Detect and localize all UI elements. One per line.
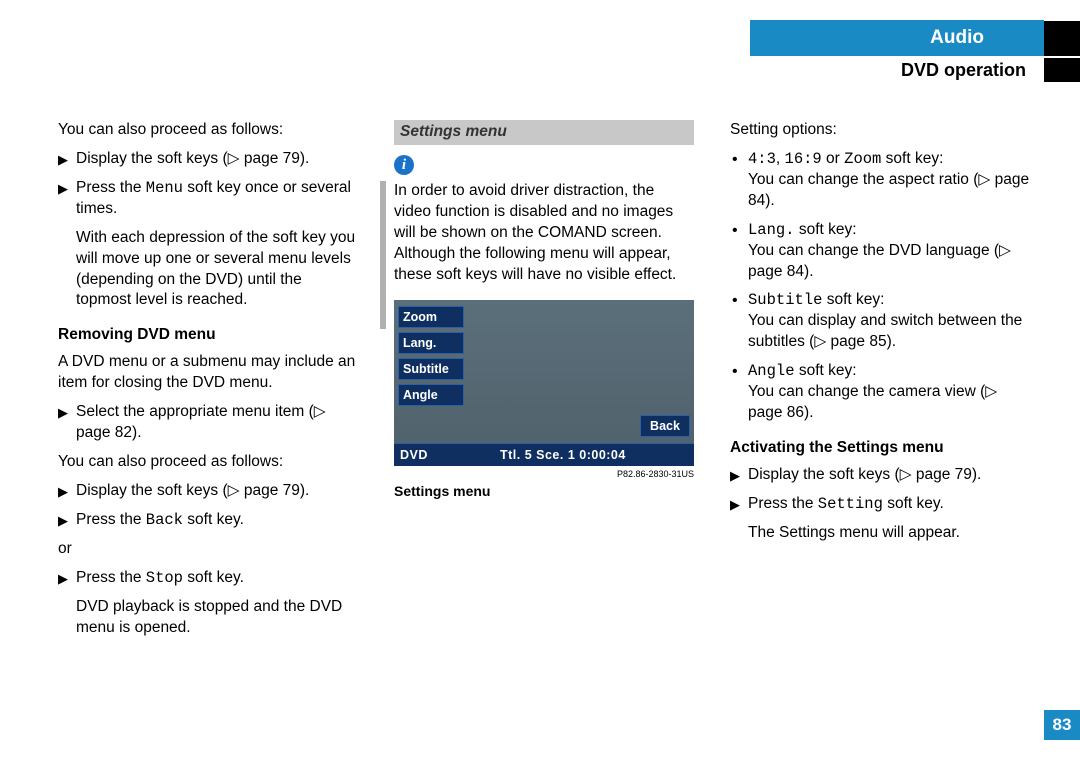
option-description: You can change the camera view (▷ page 8… [748,382,1030,424]
step-followon: The Settings menu will appear. [730,523,1030,544]
softkey-name: Back [146,511,183,529]
option-angle: Angle soft key: You can change the camer… [730,361,1030,424]
play-icon: ▶ [58,404,68,422]
step-text-post: soft key. [183,569,244,586]
softkey-name: 4:3 [748,150,776,168]
section-tab-block [1044,58,1080,82]
column-1: You can also proceed as follows: ▶ Displ… [58,120,358,646]
step-text-post: soft key. [883,495,944,512]
instruction-step: ▶ Display the soft keys (▷ page 79). [58,149,358,170]
status-mode: DVD [400,448,428,462]
step-text: Display the soft keys (▷ page 79). [76,150,309,167]
softkey-name: Stop [146,569,183,587]
instruction-step: ▶ Display the soft keys (▷ page 79). [58,481,358,502]
heading-settings-menu: Settings menu [394,120,694,145]
section-title: DVD operation [901,60,1044,81]
step-text: Display the soft keys (▷ page 79). [748,466,981,483]
step-text-pre: Press the [76,179,146,196]
info-text: In order to avoid driver distraction, th… [394,181,694,286]
softkey-angle: Angle [398,384,464,406]
softkey-back: Back [640,415,690,437]
info-note: i In order to avoid driver distraction, … [394,155,694,286]
play-icon: ▶ [730,496,740,514]
instruction-step: ▶ Press the Setting soft key. [730,494,1030,515]
step-text-post: soft key. [183,511,244,528]
section-bar: DVD operation [901,58,1080,82]
info-icon: i [394,155,414,175]
option-description: You can display and switch between the s… [748,311,1030,353]
step-followon: With each depression of the soft key you… [58,228,358,312]
softkey-name: Angle [748,362,795,380]
play-icon: ▶ [58,151,68,169]
softkey-name: Subtitle [748,291,822,309]
text: You can also proceed as follows: [58,452,358,473]
text-or: or [58,539,358,560]
chapter-title: Audio [750,20,1044,56]
instruction-step: ▶ Display the soft keys (▷ page 79). [730,465,1030,486]
text: soft key: [795,221,857,238]
chapter-tab-block [1044,21,1080,56]
sep: , [776,150,785,167]
instruction-step: ▶ Press the Stop soft key. [58,568,358,589]
info-stripe [380,181,386,329]
text: soft key: [822,291,884,308]
instruction-step: ▶ Select the appropriate menu item (▷ pa… [58,402,358,444]
play-icon: ▶ [58,512,68,530]
softkey-lang: Lang. [398,332,464,354]
sep: or [822,150,844,167]
text: soft key: [881,150,943,167]
option-description: You can change the aspect ratio (▷ page … [748,170,1030,212]
softkey-name: Menu [146,179,183,197]
option-subtitle: Subtitle soft key: You can display and s… [730,290,1030,353]
screenshot-caption: Settings menu [394,482,694,501]
option-aspect-ratio: 4:3, 16:9 or Zoom soft key: You can chan… [730,149,1030,212]
step-followon: DVD playback is stopped and the DVD menu… [58,597,358,639]
play-icon: ▶ [58,570,68,588]
play-icon: ▶ [58,180,68,198]
text: You can also proceed as follows: [58,120,358,141]
step-text: Display the soft keys (▷ page 79). [76,482,309,499]
status-title-scene-time: Ttl. 5 Sce. 1 0:00:04 [500,444,626,466]
softkey-name: Zoom [844,150,881,168]
text: Setting options: [730,120,1030,141]
step-text-pre: Press the [76,569,146,586]
softkey-zoom: Zoom [398,306,464,328]
option-description: You can change the DVD language (▷ page … [748,241,1030,283]
instruction-step: ▶ Press the Back soft key. [58,510,358,531]
heading-activating-settings-menu: Activating the Settings menu [730,438,1030,459]
column-2: Settings menu i In order to avoid driver… [394,120,694,646]
softkey-subtitle: Subtitle [398,358,464,380]
instruction-step: ▶ Press the Menu soft key once or severa… [58,178,358,220]
softkey-name: 16:9 [785,150,822,168]
play-icon: ▶ [730,467,740,485]
dvd-status-bar: DVD Ttl. 5 Sce. 1 0:00:04 [394,443,694,466]
comand-screenshot: Zoom Lang. Subtitle Angle Back DVD Ttl. … [394,300,694,466]
text: A DVD menu or a submenu may include an i… [58,352,358,394]
step-text-pre: Press the [748,495,818,512]
content-columns: You can also proceed as follows: ▶ Displ… [58,120,1038,646]
chapter-bar: Audio [750,20,1080,56]
play-icon: ▶ [58,483,68,501]
option-language: Lang. soft key: You can change the DVD l… [730,220,1030,283]
heading-removing-dvd-menu: Removing DVD menu [58,325,358,346]
step-text: Select the appropriate menu item (▷ page… [76,403,326,441]
manual-page: Audio DVD operation You can also proceed… [0,0,1080,762]
softkey-name: Setting [818,495,883,513]
page-number: 83 [1044,710,1080,740]
softkey-name: Lang. [748,221,795,239]
text: soft key: [795,362,857,379]
step-text-pre: Press the [76,511,146,528]
column-3: Setting options: 4:3, 16:9 or Zoom soft … [730,120,1030,646]
screenshot-id: P82.86-2830-31US [394,468,694,480]
